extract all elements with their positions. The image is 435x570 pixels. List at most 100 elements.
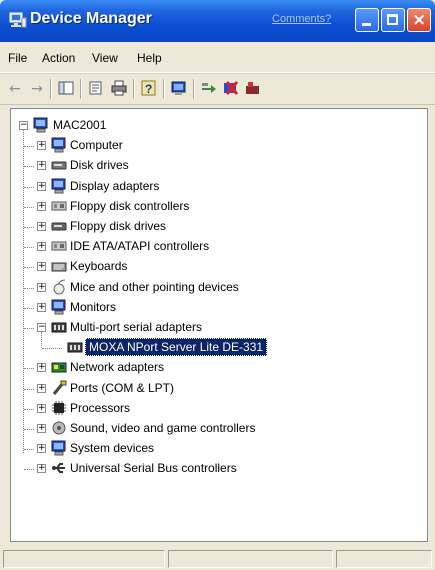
- tree-connector: [24, 429, 34, 430]
- expand-toggle[interactable]: +: [37, 262, 46, 272]
- device-tree[interactable]: − MAC2001 + Computer + Disk drives + Display ad…: [10, 108, 428, 542]
- tree-category-item[interactable]: − Multi-port serial adapters: [11, 318, 411, 338]
- tree-item-label: Disk drives: [70, 158, 129, 173]
- tree-item-label: Mice and other pointing devices: [70, 279, 239, 294]
- tree-item-label: Keyboards: [70, 259, 128, 274]
- status-bar: [0, 546, 435, 570]
- menu-bar: File Action View Help: [0, 42, 435, 73]
- tree-root-item[interactable]: − MAC2001: [11, 116, 411, 136]
- tree-category-item[interactable]: + Network adapters: [11, 358, 411, 378]
- expand-toggle[interactable]: +: [37, 424, 46, 433]
- tree-category-item[interactable]: + Sound, video and game controllers: [11, 419, 411, 439]
- tree-connector: [24, 206, 34, 208]
- floppy-controller-icon: [51, 198, 67, 214]
- tree-item-label: Floppy disk drives: [70, 219, 167, 233]
- tree-category-item[interactable]: + Disk drives: [11, 156, 411, 176]
- tree-item-label: Universal Serial Bus controllers: [70, 461, 237, 476]
- tree-category-item[interactable]: + Display adapters: [11, 177, 411, 197]
- tree-category-item[interactable]: + Floppy disk controllers: [11, 197, 411, 217]
- tree-category-item[interactable]: + System devices: [11, 439, 411, 459]
- uninstall-icon[interactable]: [222, 80, 240, 98]
- tree-root-label: MAC2001: [53, 118, 107, 132]
- selected-device-label: MOXA NPort Server Lite DE-331: [85, 338, 268, 357]
- title-bar[interactable]: Device Manager Comments? ×: [0, 0, 435, 42]
- toolbar-separator: [193, 79, 195, 99]
- expand-toggle[interactable]: +: [37, 222, 46, 231]
- expand-toggle[interactable]: +: [37, 464, 46, 474]
- toolbar-separator: [133, 79, 135, 99]
- menu-action[interactable]: Action: [42, 51, 75, 65]
- network-adapter-icon: [51, 359, 67, 375]
- tree-category-item[interactable]: + Mice and other pointing devices: [11, 278, 411, 298]
- tree-item-label: Processors: [70, 400, 131, 415]
- expand-toggle[interactable]: +: [37, 363, 46, 373]
- tree-connector: [24, 388, 34, 390]
- tree-category-item[interactable]: + Processors: [11, 399, 411, 419]
- tree-category-item[interactable]: + Keyboards: [11, 257, 411, 277]
- tree-category-item[interactable]: + IDE ATA/ATAPI controllers: [11, 237, 411, 257]
- toolbar-separator: [50, 79, 52, 99]
- collapse-toggle[interactable]: −: [19, 121, 28, 130]
- status-pane-3: [336, 550, 432, 568]
- update-driver-icon[interactable]: [200, 80, 218, 98]
- expand-toggle[interactable]: +: [37, 141, 46, 151]
- minimize-icon: [362, 23, 371, 26]
- expand-toggle[interactable]: +: [37, 161, 46, 171]
- tree-item-label: Sound, video and game controllers: [70, 421, 256, 435]
- tree-connector: [24, 408, 34, 410]
- usb-icon: [51, 460, 67, 476]
- tree-item-label: Floppy disk controllers: [70, 198, 190, 213]
- expand-toggle[interactable]: +: [37, 181, 46, 191]
- tree-connector: [24, 287, 34, 289]
- mouse-icon: [51, 279, 67, 295]
- toolbar-separator: [163, 79, 165, 99]
- menu-help[interactable]: Help: [137, 51, 162, 65]
- tree-category-item[interactable]: + Universal Serial Bus controllers: [11, 459, 411, 479]
- menu-view[interactable]: View: [92, 51, 118, 65]
- menu-file[interactable]: File: [8, 51, 27, 65]
- svg-text:?: ?: [145, 82, 152, 96]
- tree-device-item[interactable]: MOXA NPort Server Lite DE-331: [11, 332, 411, 358]
- help-icon[interactable]: ?: [140, 80, 158, 98]
- computer-icon: [33, 117, 49, 133]
- tree-connector-line: [41, 332, 42, 349]
- tree-item-label: System devices: [70, 441, 155, 456]
- console-tree-icon[interactable]: [57, 80, 75, 98]
- tree-connector: [24, 449, 34, 451]
- tree-category-item[interactable]: + Floppy disk drives: [11, 217, 411, 237]
- status-pane-2: [168, 550, 333, 568]
- serial-adapter-icon: [51, 319, 67, 335]
- expand-toggle[interactable]: +: [37, 242, 46, 252]
- device-manager-window: Device Manager Comments? × File Action V…: [0, 0, 435, 570]
- close-button[interactable]: ×: [407, 8, 431, 32]
- expand-toggle[interactable]: +: [37, 302, 46, 312]
- system-devices-icon: [51, 440, 67, 456]
- tree-connector: [24, 166, 34, 168]
- expand-toggle[interactable]: +: [37, 282, 46, 292]
- expand-toggle[interactable]: +: [37, 444, 46, 454]
- tree-item-label: Ports (COM & LPT): [70, 380, 175, 395]
- tree-category-item[interactable]: + Ports (COM & LPT): [11, 379, 411, 399]
- comments-link[interactable]: Comments?: [272, 13, 331, 25]
- minimize-button[interactable]: [355, 8, 379, 32]
- forward-arrow-icon[interactable]: →: [28, 80, 46, 98]
- disable-device-icon[interactable]: [244, 80, 262, 98]
- scan-hardware-icon[interactable]: [170, 80, 188, 98]
- tree-connector: [24, 469, 34, 471]
- tree-item-label: Computer: [70, 138, 123, 153]
- maximize-button[interactable]: [381, 8, 405, 32]
- expand-toggle[interactable]: +: [37, 403, 46, 413]
- ide-controller-icon: [51, 238, 67, 254]
- back-arrow-icon[interactable]: ←: [6, 80, 24, 98]
- tree-category-item[interactable]: + Monitors: [11, 298, 411, 318]
- expand-toggle[interactable]: +: [37, 383, 46, 393]
- collapse-toggle[interactable]: −: [37, 323, 46, 332]
- properties-icon[interactable]: [87, 80, 105, 98]
- tree-category-item[interactable]: + Computer: [11, 136, 411, 156]
- keyboard-icon: [51, 258, 67, 274]
- expand-toggle[interactable]: +: [37, 201, 46, 211]
- toolbar-separator: [80, 79, 82, 99]
- close-icon: ×: [412, 10, 427, 30]
- disk-drive-icon: [51, 157, 67, 173]
- print-icon[interactable]: [110, 80, 128, 98]
